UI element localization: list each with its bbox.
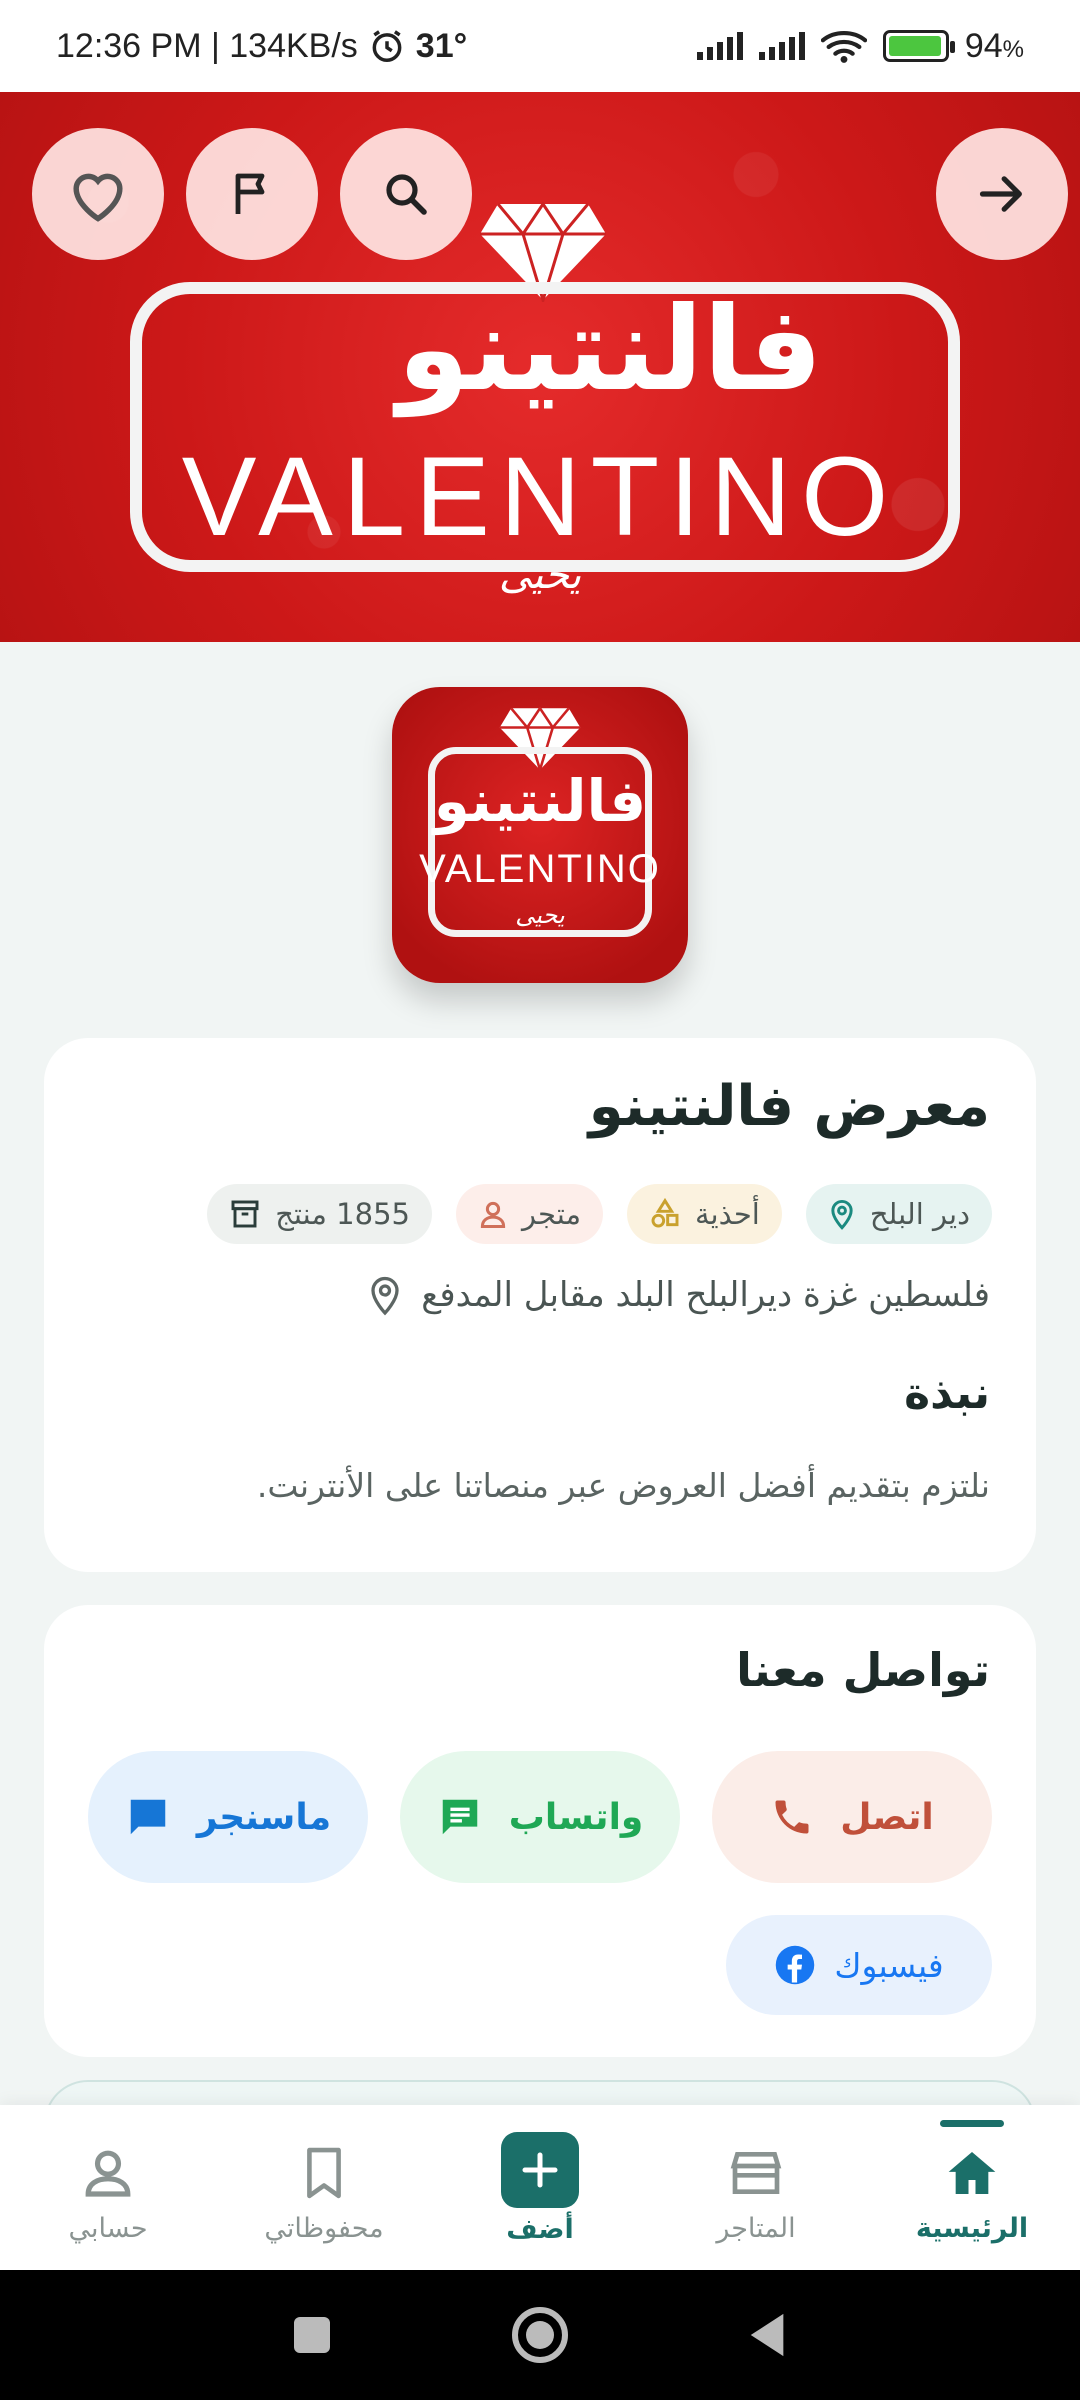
home-icon xyxy=(944,2141,1000,2205)
recents-icon[interactable] xyxy=(292,2315,332,2355)
nav-add[interactable]: أضف xyxy=(432,2105,648,2270)
status-right: 94% xyxy=(696,26,1024,66)
nav-home-label: الرئيسية xyxy=(915,2213,1029,2244)
call-button-label: اتصل xyxy=(840,1796,934,1838)
flag-icon xyxy=(235,173,265,214)
back-button[interactable] xyxy=(936,128,1068,260)
banner-arabic-name: فالنتينو xyxy=(397,282,823,417)
about-text: نلتزم بتقديم أفضل العروض عبر منصاتنا على… xyxy=(256,1466,990,1505)
chip-product-count-label: 1855 منتج xyxy=(275,1197,410,1231)
home-circle-icon[interactable] xyxy=(510,2305,570,2365)
back-triangle-icon[interactable] xyxy=(748,2312,788,2358)
chip-location[interactable]: دير البلح xyxy=(805,1184,992,1244)
messenger-button-label: ماسنجر xyxy=(196,1796,332,1838)
add-button[interactable] xyxy=(501,2132,579,2208)
about-title: نبذة xyxy=(904,1368,990,1419)
banner-signature: يحيى xyxy=(498,552,582,598)
chip-category-label: أحذية xyxy=(695,1197,760,1231)
search-button[interactable] xyxy=(340,128,472,260)
store-logo: فالنتينو VALENTINO يحيى xyxy=(392,687,688,983)
store-address: فلسطين غزة ديرالبلح البلد مقابل المدفع xyxy=(367,1274,990,1316)
store-info-card: معرض فالنتينو دير البلح أحذية متجر 1855 … xyxy=(44,1038,1036,1572)
phone-icon xyxy=(775,1800,809,1834)
whatsapp-button-label: واتساب xyxy=(508,1796,644,1838)
alarm-icon xyxy=(372,30,402,62)
banner-latin-name: VALENTINO xyxy=(181,434,899,559)
status-left: 12:36 PM | 134KB/s 31° xyxy=(56,27,467,66)
store-chips: دير البلح أحذية متجر 1855 منتج xyxy=(207,1184,992,1244)
nav-add-label: أضف xyxy=(506,2214,574,2245)
chip-category[interactable]: أحذية xyxy=(627,1184,782,1244)
heart-icon xyxy=(73,173,123,222)
location-pin-icon xyxy=(371,1276,399,1316)
report-button[interactable] xyxy=(186,128,318,260)
chip-location-label: دير البلح xyxy=(869,1197,970,1231)
wifi-icon xyxy=(820,30,867,63)
nav-stores-label: المتاجر xyxy=(716,2213,796,2244)
store-icon xyxy=(728,2141,784,2205)
signal-icon xyxy=(696,32,743,60)
nav-active-indicator xyxy=(940,2120,1004,2127)
call-button[interactable]: اتصل xyxy=(712,1751,992,1883)
store-name: معرض فالنتينو xyxy=(588,1074,990,1139)
contact-title: تواصل معنا xyxy=(736,1643,990,1697)
store-banner: فالنتينو VALENTINO يحيى xyxy=(0,92,1080,642)
facebook-icon xyxy=(776,1945,815,1985)
bottom-navigation: الرئيسية المتاجر أضف محفوظاتي حسابي xyxy=(0,2105,1080,2270)
favorite-button[interactable] xyxy=(32,128,164,260)
nav-saved[interactable]: محفوظاتي xyxy=(216,2105,432,2270)
shapes-icon xyxy=(651,1198,679,1228)
location-pin-icon xyxy=(831,1199,853,1230)
logo-arabic-name: فالنتينو xyxy=(433,767,647,835)
arrow-right-icon xyxy=(979,176,1022,212)
archive-icon xyxy=(231,1200,259,1228)
nav-account[interactable]: حسابي xyxy=(0,2105,216,2270)
contact-card: تواصل معنا اتصل واتساب ماسنجر فيسبوك xyxy=(44,1605,1036,2057)
battery-percent: 94% xyxy=(964,26,1024,65)
user-icon xyxy=(480,1201,506,1228)
plus-icon xyxy=(522,2152,558,2188)
status-bar: 12:36 PM | 134KB/s 31° 94% xyxy=(0,0,1080,92)
search-icon xyxy=(386,174,427,215)
message-icon xyxy=(130,1799,166,1835)
logo-signature: يحيى xyxy=(515,901,565,929)
system-navigation-bar xyxy=(0,2270,1080,2400)
chip-product-count[interactable]: 1855 منتج xyxy=(207,1184,432,1244)
nav-account-label: حسابي xyxy=(68,2213,148,2244)
chip-type[interactable]: متجر xyxy=(455,1184,603,1244)
person-icon xyxy=(80,2141,136,2205)
facebook-button[interactable]: فيسبوك xyxy=(726,1915,992,2015)
store-address-text: فلسطين غزة ديرالبلح البلد مقابل المدفع xyxy=(421,1275,990,1315)
chip-type-label: متجر xyxy=(521,1197,581,1231)
nav-home[interactable]: الرئيسية xyxy=(864,2105,1080,2270)
whatsapp-button[interactable]: واتساب xyxy=(400,1751,680,1883)
logo-latin-name: VALENTINO xyxy=(419,847,661,891)
battery-icon xyxy=(882,30,955,62)
bookmark-icon xyxy=(299,2141,349,2205)
nav-stores[interactable]: المتاجر xyxy=(648,2105,864,2270)
chat-icon xyxy=(442,1799,477,1835)
messenger-button[interactable]: ماسنجر xyxy=(88,1751,368,1883)
status-temperature: 31° xyxy=(415,26,468,65)
signal-2-icon xyxy=(758,32,805,60)
nav-saved-label: محفوظاتي xyxy=(264,2213,384,2244)
facebook-button-label: فيسبوك xyxy=(834,1945,944,1985)
status-time-speed: 12:36 PM | 134KB/s xyxy=(56,26,358,65)
